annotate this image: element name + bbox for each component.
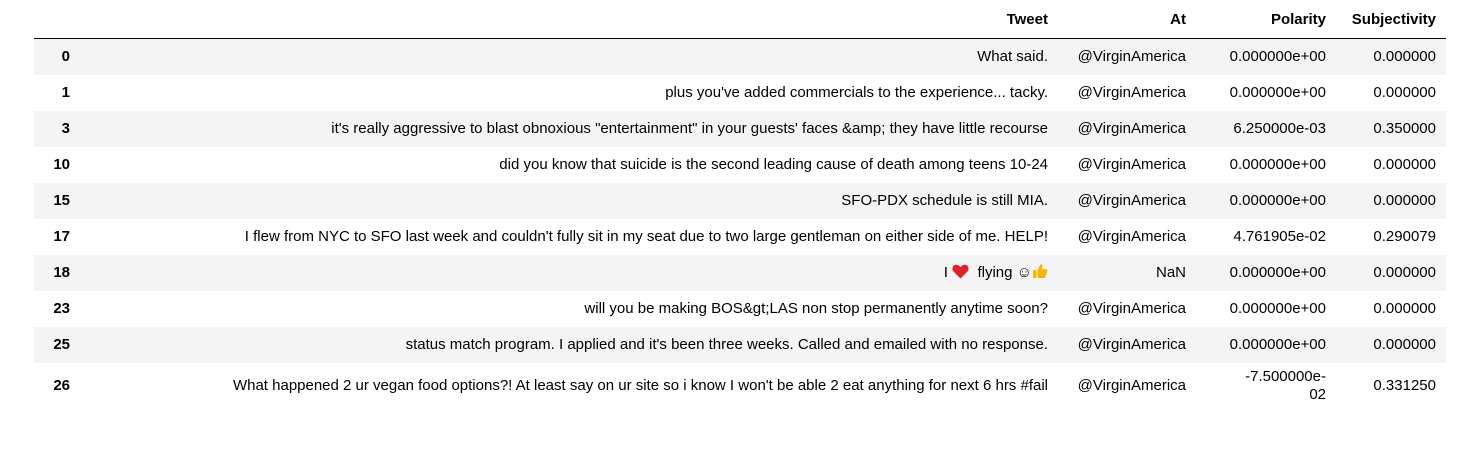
cell-tweet: plus you've added commercials to the exp… bbox=[665, 84, 1048, 101]
cell-polarity: 0.000000e+00 bbox=[1229, 336, 1326, 353]
cell-tweet: SFO-PDX schedule is still MIA. bbox=[841, 192, 1048, 209]
cell-subjectivity: 0.000000 bbox=[1373, 156, 1436, 173]
table-row: 3 it's really aggressive to blast obnoxi… bbox=[34, 110, 1446, 147]
header-tweet: Tweet bbox=[80, 0, 1058, 39]
cell-subjectivity: 0.000000 bbox=[1373, 300, 1436, 317]
table-row: 15 SFO-PDX schedule is still MIA. @Virgi… bbox=[34, 182, 1446, 219]
tweet-text-suffix: flying bbox=[977, 264, 1013, 281]
cell-polarity: -7.500000e- 02 bbox=[1245, 367, 1326, 403]
cell-at: @VirginAmerica bbox=[1077, 48, 1186, 66]
thumbs-up-icon bbox=[1032, 263, 1048, 279]
cell-polarity: 0.000000e+00 bbox=[1229, 264, 1326, 281]
cell-at: @VirginAmerica bbox=[1077, 300, 1186, 317]
table-row: 23 will you be making BOS&gt;LAS non sto… bbox=[34, 290, 1446, 327]
cell-tweet: did you know that suicide is the second … bbox=[499, 156, 1048, 173]
cell-at: @VirginAmerica bbox=[1077, 192, 1186, 209]
table-row: 26 What happened 2 ur vegan food options… bbox=[34, 362, 1446, 409]
cell-tweet: I flew from NYC to SFO last week and cou… bbox=[244, 228, 1048, 245]
cell-tweet: will you be making BOS&gt;LAS non stop p… bbox=[584, 300, 1048, 317]
table-row: 1 plus you've added commercials to the e… bbox=[34, 74, 1446, 111]
cell-subjectivity: 0.350000 bbox=[1373, 120, 1436, 137]
cell-subjectivity: 0.000000 bbox=[1373, 264, 1436, 281]
table-row: 25 status match program. I applied and i… bbox=[34, 326, 1446, 363]
header-row: Tweet At Polarity Subjectivity bbox=[34, 0, 1446, 39]
smile-icon: ☺ bbox=[1016, 264, 1032, 281]
cell-tweet: What happened 2 ur vegan food options?! … bbox=[232, 377, 1048, 394]
cell-polarity: 0.000000e+00 bbox=[1229, 84, 1326, 101]
cell-at: @VirginAmerica bbox=[1077, 336, 1186, 353]
table-body: 0 What said. @VirginAmerica 0.000000e+00… bbox=[34, 38, 1446, 409]
row-index: 18 bbox=[53, 264, 70, 281]
index-header bbox=[34, 0, 80, 39]
cell-subjectivity: 0.000000 bbox=[1373, 192, 1436, 209]
cell-tweet: status match program. I applied and it's… bbox=[405, 336, 1048, 353]
cell-subjectivity: 0.000000 bbox=[1373, 84, 1436, 101]
table-row: 10 did you know that suicide is the seco… bbox=[34, 146, 1446, 183]
row-index: 17 bbox=[53, 228, 70, 245]
row-index: 3 bbox=[61, 120, 70, 137]
row-index: 10 bbox=[53, 156, 70, 173]
cell-polarity: 0.000000e+00 bbox=[1229, 48, 1326, 66]
cell-subjectivity: 0.290079 bbox=[1373, 228, 1436, 245]
cell-tweet: What said. bbox=[977, 48, 1048, 66]
header-subjectivity: Subjectivity bbox=[1336, 0, 1446, 39]
cell-at: @VirginAmerica bbox=[1077, 228, 1186, 245]
row-index: 25 bbox=[53, 336, 70, 353]
header-polarity: Polarity bbox=[1196, 0, 1336, 39]
heart-icon bbox=[952, 264, 969, 281]
table-row: 18 I flying ☺ NaN 0.000000e+00 0.000000 bbox=[34, 254, 1446, 291]
cell-polarity: 0.000000e+00 bbox=[1229, 300, 1326, 317]
cell-at: @VirginAmerica bbox=[1077, 156, 1186, 173]
table-row: 0 What said. @VirginAmerica 0.000000e+00… bbox=[34, 38, 1446, 75]
cell-subjectivity: 0.331250 bbox=[1373, 377, 1436, 394]
table-row: 17 I flew from NYC to SFO last week and … bbox=[34, 218, 1446, 255]
cell-polarity: 6.250000e-03 bbox=[1233, 120, 1326, 137]
cell-polarity: 0.000000e+00 bbox=[1229, 192, 1326, 209]
cell-tweet: it's really aggressive to blast obnoxiou… bbox=[331, 120, 1048, 137]
header-at: At bbox=[1058, 0, 1196, 39]
cell-at: @VirginAmerica bbox=[1077, 120, 1186, 137]
dataframe-table: Tweet At Polarity Subjectivity 0 What sa… bbox=[34, 0, 1446, 409]
tweet-text-prefix: I bbox=[943, 264, 948, 281]
cell-at: @VirginAmerica bbox=[1077, 84, 1186, 101]
dataframe-output: Tweet At Polarity Subjectivity 0 What sa… bbox=[0, 0, 1458, 458]
row-index: 15 bbox=[53, 192, 70, 209]
row-index: 0 bbox=[61, 48, 70, 66]
cell-at: @VirginAmerica bbox=[1077, 377, 1186, 394]
cell-at: NaN bbox=[1155, 264, 1186, 281]
cell-polarity: 4.761905e-02 bbox=[1233, 228, 1326, 245]
row-index: 23 bbox=[53, 300, 70, 317]
cell-subjectivity: 0.000000 bbox=[1373, 48, 1436, 66]
row-index: 26 bbox=[53, 377, 70, 394]
cell-tweet: I flying ☺ bbox=[80, 255, 1058, 291]
table-header: Tweet At Polarity Subjectivity bbox=[34, 0, 1446, 39]
cell-polarity: 0.000000e+00 bbox=[1229, 156, 1326, 173]
row-index: 1 bbox=[61, 84, 70, 101]
cell-subjectivity: 0.000000 bbox=[1373, 336, 1436, 353]
